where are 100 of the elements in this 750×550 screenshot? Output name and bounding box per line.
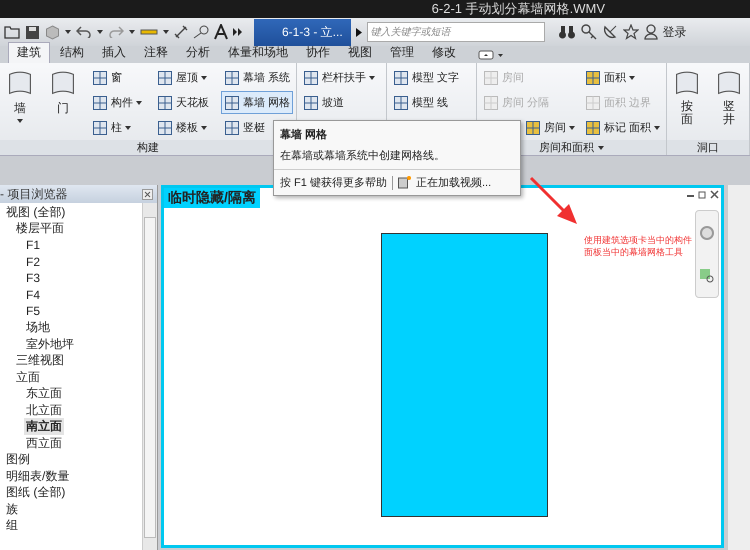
ribbon-button[interactable]: 屋顶 <box>154 66 212 89</box>
star-icon[interactable] <box>622 24 639 40</box>
ribbon-large-button[interactable]: 门 <box>46 66 80 140</box>
tool-icon <box>303 94 319 110</box>
browser-item[interactable]: F3 <box>24 271 42 286</box>
caret-icon <box>136 100 142 104</box>
satellite-icon[interactable] <box>602 24 618 40</box>
ribbon-button[interactable]: 坡道 <box>300 91 378 114</box>
close-icon[interactable] <box>142 188 153 200</box>
scrollbar[interactable] <box>727 185 750 550</box>
sign-in-link[interactable]: 登录 <box>662 24 687 40</box>
browser-item[interactable]: 北立面 <box>24 402 64 419</box>
ribbon-button[interactable]: 楼板 <box>154 116 212 139</box>
caret-icon <box>628 76 635 80</box>
ribbon-button[interactable]: 栏杆扶手 <box>300 66 378 89</box>
browser-item[interactable]: 场地 <box>24 319 52 336</box>
close-icon[interactable] <box>710 190 719 199</box>
caret-icon <box>569 126 575 130</box>
panel-title: 构建 <box>137 141 159 155</box>
ribbon-large-button[interactable]: 墙 <box>3 66 37 140</box>
panel-toggle-icon[interactable] <box>478 50 504 60</box>
caret-icon <box>17 119 23 123</box>
caret-icon <box>97 30 103 34</box>
ribbon-tab[interactable]: 修改 <box>424 43 464 63</box>
tooltip-title: 幕墙 网格 <box>279 128 328 143</box>
ribbon-large-button[interactable]: 按面 <box>670 66 704 140</box>
undo-icon[interactable] <box>76 26 92 38</box>
dimension-icon[interactable] <box>174 25 188 39</box>
user-icon[interactable] <box>644 24 658 40</box>
key-icon[interactable] <box>580 24 597 40</box>
tool-icon <box>584 70 601 86</box>
browser-item[interactable]: F1 <box>24 238 42 252</box>
ribbon-tab[interactable]: 建筑 <box>8 42 50 63</box>
ribbon-button[interactable]: 窗 <box>88 66 145 89</box>
browser-item[interactable]: 南立面 <box>24 418 64 436</box>
browser-item[interactable]: 西立面 <box>24 434 64 452</box>
ribbon-button[interactable]: 构件 <box>88 91 145 114</box>
browser-item[interactable]: 族 <box>4 500 20 518</box>
browser-item[interactable]: 立面 <box>14 368 42 386</box>
caret-icon <box>598 146 604 150</box>
ribbon-button[interactable]: 面积 <box>582 66 663 89</box>
ribbon-tab[interactable]: 管理 <box>382 43 422 63</box>
tool-icon <box>92 70 108 86</box>
ribbon-button[interactable]: 幕墙 网格 <box>220 91 293 114</box>
tool-icon <box>224 70 240 86</box>
ribbon-tab[interactable]: 协作 <box>298 43 338 63</box>
text-icon[interactable] <box>214 24 228 40</box>
browser-item[interactable]: 东立面 <box>24 385 64 402</box>
ribbon-tab[interactable]: 视图 <box>340 43 380 63</box>
tool-icon <box>156 94 173 110</box>
search-field[interactable]: 键入关键字或短语 <box>366 22 545 42</box>
ribbon-tab[interactable]: 插入 <box>94 43 134 63</box>
ribbon-button[interactable]: 标记 面积 <box>582 116 663 139</box>
ribbon-tab[interactable]: 结构 <box>52 43 92 63</box>
browser-item[interactable]: 图例 <box>4 451 32 468</box>
browser-item[interactable]: 室外地坪 <box>24 336 76 353</box>
browser-item[interactable]: F4 <box>24 288 42 302</box>
caret-icon <box>200 126 207 130</box>
play-icon[interactable] <box>356 28 362 36</box>
ribbon-tab[interactable]: 体量和场地 <box>220 43 296 63</box>
ribbon-tab[interactable]: 注释 <box>136 43 176 63</box>
tool-icon <box>525 120 541 136</box>
caret-icon <box>163 30 169 34</box>
browser-item[interactable]: F2 <box>24 254 42 269</box>
ribbon-tab[interactable]: 分析 <box>178 43 218 63</box>
browser-item[interactable]: 图纸 (全部) <box>4 484 68 502</box>
tool-icon <box>303 70 319 86</box>
browser-item[interactable]: 三维视图 <box>14 352 66 370</box>
ribbon-button[interactable]: 模型 线 <box>390 91 462 114</box>
browser-item[interactable]: 楼层平面 <box>14 220 66 238</box>
panel-title: 洞口 <box>697 141 719 155</box>
ribbon-button[interactable]: 幕墙 系统 <box>220 66 293 89</box>
panel-title[interactable]: 房间和面积 <box>539 140 594 155</box>
folder-icon[interactable] <box>4 25 20 39</box>
document-tab[interactable]: 6-1-3 - 立... <box>254 18 351 46</box>
wheel-icon[interactable] <box>699 224 715 240</box>
tool-icon <box>483 70 499 86</box>
ribbon-button[interactable]: 房间 <box>522 116 578 139</box>
double-chevron-icon[interactable] <box>233 28 243 36</box>
cube-icon[interactable] <box>45 24 60 40</box>
ribbon-button[interactable]: 天花板 <box>154 91 212 114</box>
binoculars-icon[interactable] <box>558 24 576 40</box>
annotation-text: 使用建筑选项卡当中的构件面板当中的幕墙网格工具 <box>584 235 693 258</box>
ribbon-large-button[interactable]: 竖井 <box>712 66 746 140</box>
caret-icon <box>654 126 660 130</box>
tool-icon <box>156 120 173 136</box>
scrollbar[interactable] <box>142 203 157 550</box>
zoom-icon[interactable] <box>699 268 715 284</box>
caret-icon <box>124 126 131 130</box>
browser-item[interactable]: F5 <box>24 304 42 318</box>
ribbon-button[interactable]: 模型 文字 <box>390 66 462 89</box>
tool-icon <box>584 94 601 110</box>
ribbon-button[interactable]: 柱 <box>88 116 145 139</box>
video-icon <box>398 176 411 189</box>
restore-icon[interactable] <box>698 190 707 199</box>
caret-icon <box>65 30 71 34</box>
browser-item[interactable]: 明细表/数量 <box>4 468 72 485</box>
arrow-icon <box>529 176 579 226</box>
browser-item[interactable]: 视图 (全部) <box>4 204 68 221</box>
browser-item[interactable]: 组 <box>4 517 20 534</box>
